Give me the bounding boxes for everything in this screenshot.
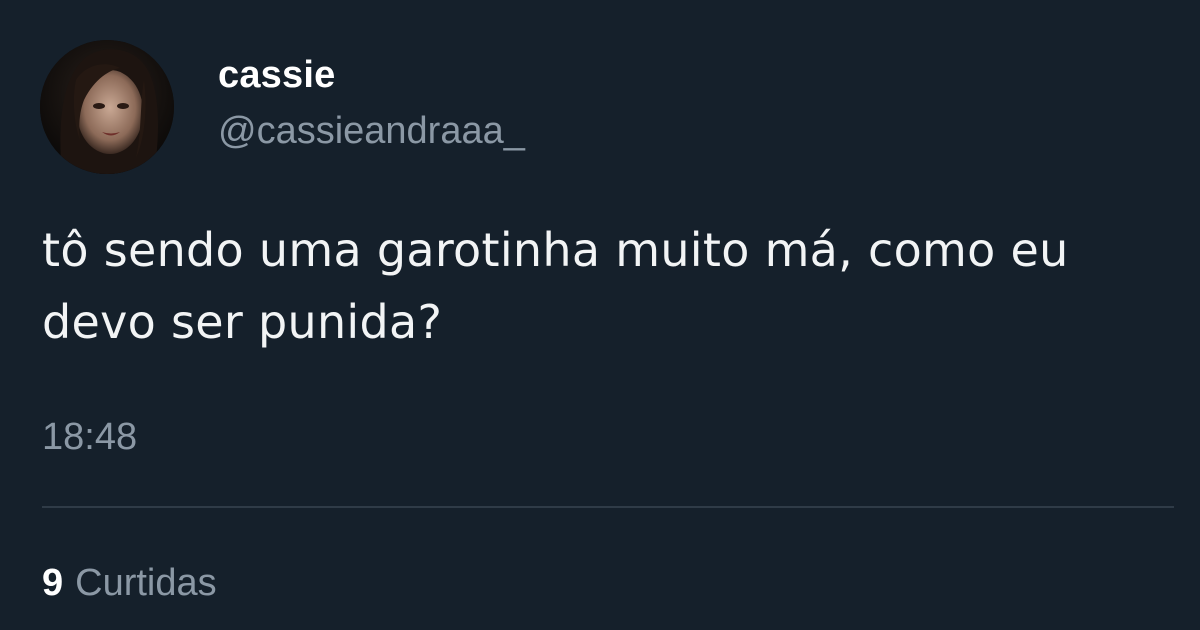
tweet-card: cassie @cassieandraaa_ tô sendo uma garo… xyxy=(0,0,1200,630)
avatar[interactable] xyxy=(40,40,174,174)
divider xyxy=(42,506,1174,508)
likes-label: Curtidas xyxy=(75,562,217,604)
display-name[interactable]: cassie xyxy=(218,52,335,98)
likes-stat[interactable]: 9 Curtidas xyxy=(42,560,217,606)
avatar-portrait-icon xyxy=(40,40,174,174)
user-handle[interactable]: @cassieandraaa_ xyxy=(218,108,525,154)
likes-count: 9 xyxy=(42,562,64,604)
tweet-text: tô sendo uma garotinha muito má, como eu… xyxy=(42,223,1069,349)
tweet-timestamp[interactable]: 18:48 xyxy=(42,414,137,460)
